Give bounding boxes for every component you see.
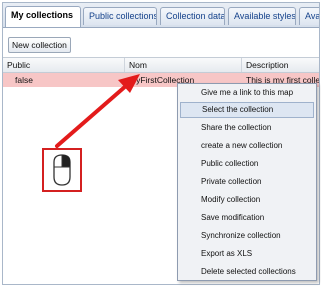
menu-item-modify-collection[interactable]: Modify collection: [180, 192, 314, 208]
menu-item-save-modification[interactable]: Save modification: [180, 210, 314, 226]
mouse-annotation: [42, 148, 82, 192]
mouse-right-click-icon: [53, 154, 71, 186]
menu-item-share-collection[interactable]: Share the collection: [180, 120, 314, 136]
menu-item-create-collection[interactable]: create a new collection: [180, 138, 314, 154]
menu-item-synchronize-collection[interactable]: Synchronize collection: [180, 228, 314, 244]
menu-item-private-collection[interactable]: Private collection: [180, 174, 314, 190]
menu-item-public-collection[interactable]: Public collection: [180, 156, 314, 172]
menu-item-export-xls[interactable]: Export as XLS: [180, 246, 314, 262]
menu-item-delete-collections[interactable]: Delete selected collections: [180, 264, 314, 280]
menu-item-give-link[interactable]: Give me a link to this map: [180, 85, 314, 101]
context-menu: Give me a link to this map Select the co…: [177, 83, 317, 281]
menu-item-select-collection[interactable]: Select the collection: [180, 102, 314, 118]
